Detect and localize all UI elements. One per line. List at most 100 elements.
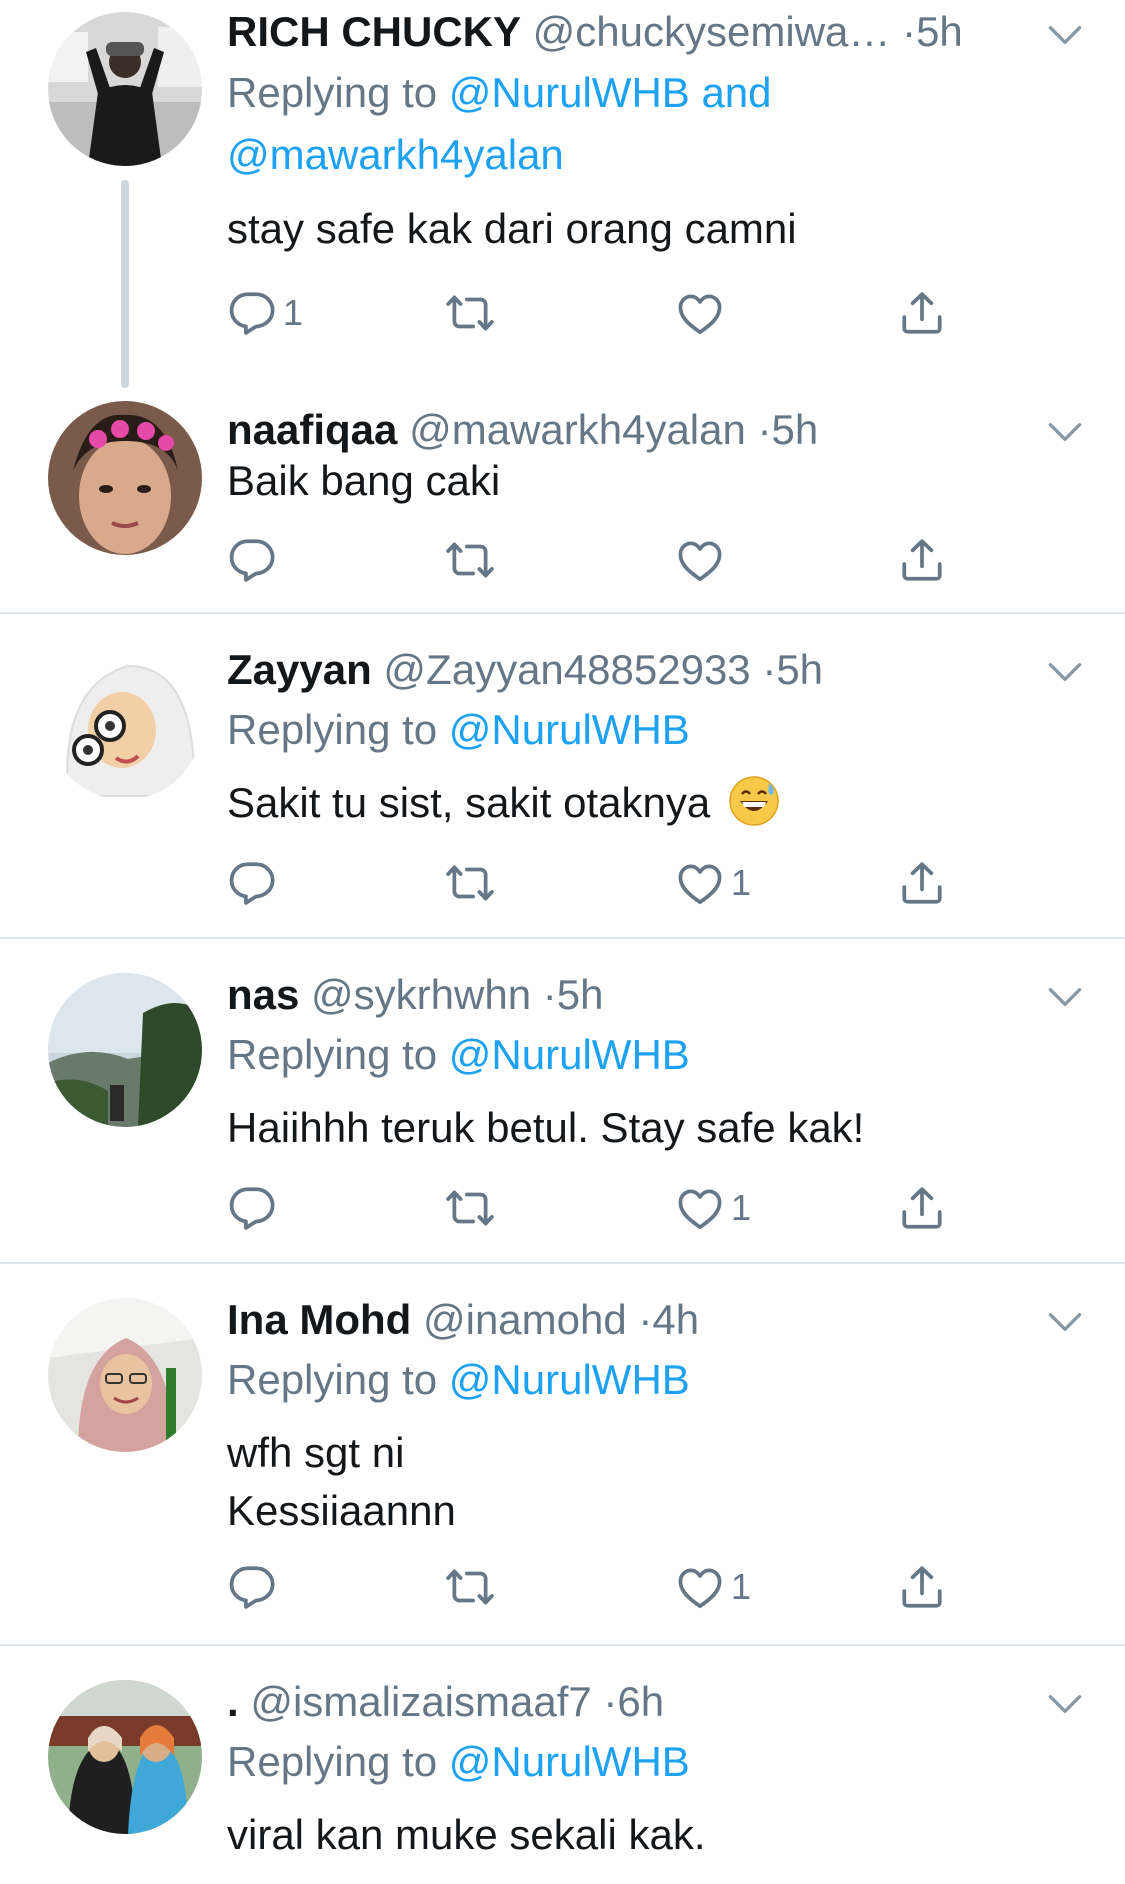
display-name[interactable]: Ina Mohd xyxy=(227,1296,411,1343)
tweet-text: Sakit tu sist, sakit otaknya xyxy=(227,774,1065,832)
grinning-sweat-emoji xyxy=(729,776,779,826)
tweet-ismalizaismaaf7[interactable]: . @ismalizaismaaf7 ·6h Replying to @Nuru… xyxy=(0,1672,1125,1884)
reply-button[interactable] xyxy=(227,1557,283,1617)
share-button[interactable] xyxy=(897,1178,947,1238)
tweet-naafiqaa[interactable]: naafiqaa @mawarkh4yalan ·5h Baik bang ca… xyxy=(0,395,1125,610)
like-button[interactable] xyxy=(675,283,725,343)
divider xyxy=(0,612,1125,614)
divider xyxy=(0,937,1125,939)
share-button[interactable] xyxy=(897,853,947,913)
tweet-header: . @ismalizaismaaf7 ·6h xyxy=(227,1672,1015,1732)
retweet-icon xyxy=(445,288,495,338)
action-bar: 1 xyxy=(227,853,1027,913)
chevron-down-icon[interactable] xyxy=(1040,647,1090,697)
chevron-down-icon[interactable] xyxy=(1040,1679,1090,1729)
like-button[interactable] xyxy=(675,530,725,590)
reply-button[interactable]: 1 xyxy=(227,283,303,343)
mention-link[interactable]: @NurulWHB xyxy=(449,706,690,753)
separator-dot: · xyxy=(902,8,917,55)
share-button[interactable] xyxy=(897,283,947,343)
tweet-text-content: Sakit tu sist, sakit otaknya xyxy=(227,779,711,826)
retweet-button[interactable] xyxy=(445,1557,495,1617)
avatar[interactable] xyxy=(48,12,202,166)
tweet-ina-mohd[interactable]: Ina Mohd @inamohd ·4h Replying to @Nurul… xyxy=(0,1290,1125,1640)
reply-icon xyxy=(227,1183,277,1233)
like-button[interactable]: 1 xyxy=(675,1557,751,1617)
chevron-down-icon[interactable] xyxy=(1040,407,1090,457)
separator-dot: · xyxy=(757,406,772,453)
separator-dot: · xyxy=(542,971,557,1018)
timestamp[interactable]: 4h xyxy=(652,1296,699,1343)
share-button[interactable] xyxy=(897,530,947,590)
replying-to: Replying to @NurulWHB xyxy=(227,1349,1065,1411)
like-count: 1 xyxy=(731,1187,752,1228)
like-count: 1 xyxy=(731,1566,752,1607)
retweet-icon xyxy=(445,1183,495,1233)
reply-button[interactable] xyxy=(227,530,283,590)
tweet-rich-chucky[interactable]: RICH CHUCKY @chuckysemiwa… ·5h Replying … xyxy=(0,0,1125,400)
display-name[interactable]: nas xyxy=(227,971,299,1018)
user-handle[interactable]: @sykrhwhn xyxy=(311,971,531,1018)
separator-dot: · xyxy=(638,1296,653,1343)
avatar[interactable] xyxy=(48,1298,202,1452)
tweet-zayyan[interactable]: Zayyan @Zayyan48852933 ·5h Replying to @… xyxy=(0,640,1125,935)
replying-to-label: Replying to xyxy=(227,69,438,116)
tweet-nas[interactable]: nas @sykrhwhn ·5h Replying to @NurulWHB … xyxy=(0,965,1125,1260)
tweet-text: Baik bang caki xyxy=(227,457,501,504)
mention-link[interactable]: @NurulWHB and xyxy=(449,69,772,116)
tweet-text: viral kan muke sekali kak. xyxy=(227,1811,706,1858)
divider xyxy=(0,1644,1125,1646)
replying-to-label: Replying to xyxy=(227,1031,438,1078)
share-icon xyxy=(897,1562,947,1612)
user-handle[interactable]: @inamohd xyxy=(423,1296,627,1343)
share-button[interactable] xyxy=(897,1557,947,1617)
share-icon xyxy=(897,288,947,338)
user-handle[interactable]: @chuckysemiwa… xyxy=(533,8,891,55)
replying-to-label: Replying to xyxy=(227,1356,438,1403)
timestamp[interactable]: 5h xyxy=(557,971,604,1018)
timestamp[interactable]: 5h xyxy=(776,646,823,693)
avatar[interactable] xyxy=(48,646,202,800)
tweet-header: Ina Mohd @inamohd ·4h xyxy=(227,1290,1015,1350)
heart-icon xyxy=(675,288,725,338)
replying-to: Replying to @NurulWHB xyxy=(227,1731,1065,1793)
like-button[interactable]: 1 xyxy=(675,853,751,913)
display-name[interactable]: Zayyan xyxy=(227,646,372,693)
avatar[interactable] xyxy=(48,973,202,1127)
timestamp[interactable]: 6h xyxy=(617,1678,664,1725)
mention-link[interactable]: @mawarkh4yalan xyxy=(227,131,564,178)
display-name[interactable]: . xyxy=(227,1678,239,1725)
action-bar: 1 xyxy=(227,283,1027,343)
mention-link[interactable]: @NurulWHB xyxy=(449,1031,690,1078)
share-icon xyxy=(897,535,947,585)
chevron-down-icon[interactable] xyxy=(1040,10,1090,60)
avatar[interactable] xyxy=(48,1680,202,1834)
timestamp[interactable]: 5h xyxy=(772,406,819,453)
user-handle[interactable]: @mawarkh4yalan xyxy=(409,406,746,453)
display-name[interactable]: naafiqaa xyxy=(227,406,397,453)
reply-button[interactable] xyxy=(227,1178,283,1238)
reply-button[interactable] xyxy=(227,853,283,913)
mention-link[interactable]: @NurulWHB xyxy=(449,1738,690,1785)
display-name[interactable]: RICH CHUCKY xyxy=(227,8,521,55)
timestamp[interactable]: 5h xyxy=(916,8,963,55)
mention-link[interactable]: @NurulWHB xyxy=(449,1356,690,1403)
user-handle[interactable]: @Zayyan48852933 xyxy=(383,646,750,693)
chevron-down-icon[interactable] xyxy=(1040,1297,1090,1347)
tweet-header: naafiqaa @mawarkh4yalan ·5h xyxy=(227,400,1015,460)
tweet-header: Zayyan @Zayyan48852933 ·5h xyxy=(227,640,1015,700)
action-bar: 1 xyxy=(227,1178,1027,1238)
avatar[interactable] xyxy=(48,401,202,555)
retweet-button[interactable] xyxy=(445,530,495,590)
retweet-icon xyxy=(445,535,495,585)
like-count: 1 xyxy=(731,862,752,903)
tweet-text: wfh sgt ni Kessiiaannn xyxy=(227,1424,1065,1540)
like-button[interactable]: 1 xyxy=(675,1178,751,1238)
retweet-button[interactable] xyxy=(445,1178,495,1238)
chevron-down-icon[interactable] xyxy=(1040,972,1090,1022)
retweet-button[interactable] xyxy=(445,283,495,343)
user-handle[interactable]: @ismalizaismaaf7 xyxy=(250,1678,591,1725)
retweet-button[interactable] xyxy=(445,853,495,913)
replying-to-label: Replying to xyxy=(227,1738,438,1785)
replying-to: Replying to @NurulWHB and @mawarkh4yalan xyxy=(227,62,1065,186)
